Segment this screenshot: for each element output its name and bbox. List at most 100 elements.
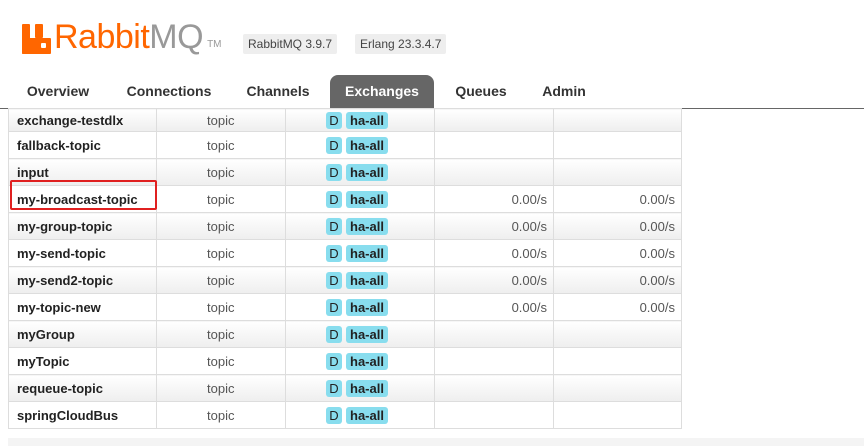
exchange-features: Dha-all [285, 401, 435, 429]
exchange-row[interactable]: my-broadcast-topic topic Dha-all 0.00/s 0.00… [8, 185, 682, 213]
policy-badge[interactable]: ha-all [346, 352, 388, 370]
exchange-features: Dha-all [285, 239, 435, 267]
message-rate-in: 0.00/s [434, 185, 554, 213]
exchange-features: Dha-all [285, 374, 435, 402]
message-rate-in [434, 401, 554, 429]
policy-badge[interactable]: ha-all [346, 325, 388, 343]
tab-queues[interactable]: Queues [448, 75, 514, 108]
message-rate-out [553, 374, 682, 402]
message-rate-in [434, 320, 554, 348]
exchange-features: Dha-all [285, 347, 435, 375]
message-rate-in: 0.00/s [434, 293, 554, 321]
exchange-type: topic [156, 131, 286, 159]
message-rate-out: 0.00/s [553, 266, 682, 294]
exchange-name-link[interactable]: input [8, 158, 157, 186]
durable-badge: D [326, 217, 342, 235]
durable-badge: D [326, 111, 342, 129]
tab-admin[interactable]: Admin [536, 75, 592, 108]
tab-channels[interactable]: Channels [240, 75, 316, 108]
exchange-features: Dha-all [285, 293, 435, 321]
message-rate-in [434, 158, 554, 186]
exchanges-table-body: exchange-testdlx topic Dha-all fallback-top… [8, 108, 682, 429]
message-rate-out: 0.00/s [553, 212, 682, 240]
exchange-type: topic [156, 347, 286, 375]
rabbitmq-logo[interactable]: Rabbit MQ TM [22, 20, 222, 54]
tab-connections[interactable]: Connections [121, 75, 217, 108]
policy-badge[interactable]: ha-all [346, 406, 388, 424]
exchange-name-link[interactable]: springCloudBus [8, 401, 157, 429]
policy-badge[interactable]: ha-all [346, 136, 388, 154]
exchange-name-link[interactable]: fallback-topic [8, 131, 157, 159]
exchange-name-link[interactable]: my-topic-new [8, 293, 157, 321]
exchange-type: topic [156, 401, 286, 429]
footer-band [8, 438, 864, 446]
exchange-row[interactable]: springCloudBus topic Dha-all [8, 401, 682, 429]
policy-badge[interactable]: ha-all [346, 217, 388, 235]
durable-badge: D [326, 190, 342, 208]
policy-badge[interactable]: ha-all [346, 111, 388, 129]
exchange-name-link[interactable]: my-send-topic [8, 239, 157, 267]
message-rate-in [434, 131, 554, 159]
message-rate-out [553, 108, 682, 132]
erlang-version: Erlang 23.3.4.7 [355, 34, 447, 54]
durable-badge: D [326, 244, 342, 262]
logo-trademark: TM [207, 39, 222, 50]
exchange-features: Dha-all [285, 131, 435, 159]
durable-badge: D [326, 325, 342, 343]
durable-badge: D [326, 163, 342, 181]
exchange-type: topic [156, 239, 286, 267]
exchange-row[interactable]: input topic Dha-all [8, 158, 682, 186]
durable-badge: D [326, 298, 342, 316]
exchange-name-link[interactable]: myTopic [8, 347, 157, 375]
policy-badge[interactable]: ha-all [346, 379, 388, 397]
message-rate-in: 0.00/s [434, 239, 554, 267]
rabbitmq-logo-icon [22, 24, 51, 54]
exchange-type: topic [156, 185, 286, 213]
exchange-row[interactable]: my-group-topic topic Dha-all 0.00/s 0.00/s [8, 212, 682, 240]
exchange-name-link[interactable]: exchange-testdlx [8, 108, 157, 132]
exchange-row[interactable]: my-send-topic topic Dha-all 0.00/s 0.00/s [8, 239, 682, 267]
header: Rabbit MQ TM RabbitMQ 3.9.7 Erlang 23.3.… [0, 0, 864, 75]
policy-badge[interactable]: ha-all [346, 190, 388, 208]
main-nav-tabs: Overview Connections Channels Exchanges … [0, 75, 864, 109]
tab-overview[interactable]: Overview [19, 75, 97, 108]
exchange-row[interactable]: myTopic topic Dha-all [8, 347, 682, 375]
message-rate-out: 0.00/s [553, 293, 682, 321]
exchanges-table: exchange-testdlx topic Dha-all fallback-top… [8, 108, 682, 429]
message-rate-out: 0.00/s [553, 239, 682, 267]
policy-badge[interactable]: ha-all [346, 163, 388, 181]
policy-badge[interactable]: ha-all [346, 298, 388, 316]
exchange-name-link[interactable]: my-send2-topic [8, 266, 157, 294]
exchange-row[interactable]: my-send2-topic topic Dha-all 0.00/s 0.00/s [8, 266, 682, 294]
rabbitmq-version: RabbitMQ 3.9.7 [243, 34, 338, 54]
exchange-row[interactable]: fallback-topic topic Dha-all [8, 131, 682, 159]
exchange-type: topic [156, 320, 286, 348]
exchange-name-link[interactable]: my-group-topic [8, 212, 157, 240]
exchange-row[interactable]: exchange-testdlx topic Dha-all [8, 108, 682, 132]
exchange-name-link[interactable]: myGroup [8, 320, 157, 348]
exchange-name-link[interactable]: my-broadcast-topic [8, 185, 157, 213]
exchange-row[interactable]: my-topic-new topic Dha-all 0.00/s 0.00/s [8, 293, 682, 321]
exchange-name-link[interactable]: requeue-topic [8, 374, 157, 402]
durable-badge: D [326, 271, 342, 289]
tab-exchanges[interactable]: Exchanges [330, 75, 434, 108]
exchange-row[interactable]: myGroup topic Dha-all [8, 320, 682, 348]
exchange-type: topic [156, 266, 286, 294]
exchange-type: topic [156, 108, 286, 132]
policy-badge[interactable]: ha-all [346, 244, 388, 262]
exchange-row[interactable]: requeue-topic topic Dha-all [8, 374, 682, 402]
exchange-features: Dha-all [285, 320, 435, 348]
exchange-type: topic [156, 158, 286, 186]
durable-badge: D [326, 136, 342, 154]
exchange-features: Dha-all [285, 266, 435, 294]
message-rate-out: 0.00/s [553, 185, 682, 213]
logo-brand-text: Rabbit [54, 18, 150, 56]
message-rate-out [553, 401, 682, 429]
exchange-features: Dha-all [285, 108, 435, 132]
message-rate-in [434, 108, 554, 132]
message-rate-out [553, 131, 682, 159]
policy-badge[interactable]: ha-all [346, 271, 388, 289]
message-rate-out [553, 347, 682, 375]
exchanges-table-container: exchange-testdlx topic Dha-all fallback-top… [8, 108, 682, 429]
exchange-features: Dha-all [285, 158, 435, 186]
